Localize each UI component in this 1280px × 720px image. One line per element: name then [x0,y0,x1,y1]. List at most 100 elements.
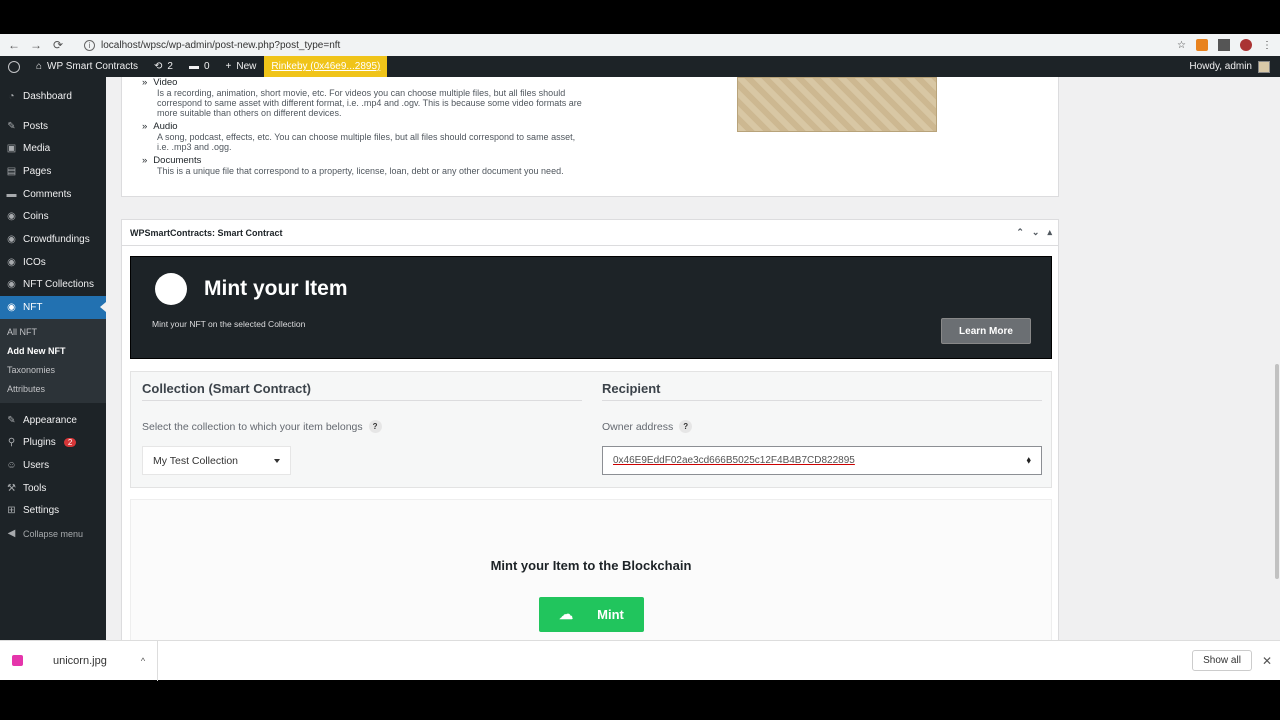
hero-circle-icon [155,273,187,305]
network-indicator[interactable]: Rinkeby (0x46e9...2895) [264,56,388,77]
admin-sidebar: ◔ Dashboard ✎ Posts ▣ Media ▤ Pages ▬ Comment… [0,77,106,640]
collapse-icon: ◀ [7,528,16,540]
double-chevron-icon: » [142,77,148,88]
submenu-all-nft[interactable]: All NFT [0,323,106,342]
site-name-link[interactable]: ⌂ WP Smart Contracts [28,56,146,77]
media-type-video: » Video Is a recording, animation, short … [142,77,582,118]
coins-icon: ◉ [7,211,16,223]
sidebar-item-label: ICOs [23,256,46,268]
sidebar-item-posts[interactable]: ✎ Posts [0,115,106,138]
collapse-label: Collapse menu [23,528,84,539]
sidebar-item-label: Media [23,143,51,155]
sidebar-item-plugins[interactable]: ⚲ Plugins 2 [0,432,106,455]
metamask-extension-icon[interactable] [1196,39,1208,51]
media-type-desc: A song, podcast, effects, etc. You can c… [157,132,576,152]
sidebar-item-nft-collections[interactable]: ◉ NFT Collections [0,274,106,297]
media-type-desc: This is a unique file that correspond to… [157,166,564,176]
show-all-button[interactable]: Show all [1192,650,1252,671]
comments-icon: ▬ [6,188,17,200]
collection-select[interactable]: My Test Collection [142,446,291,475]
uploaded-image-thumbnail[interactable] [737,77,937,132]
divider [142,400,582,401]
box-title: WPSmartContracts: Smart Contract [130,227,283,238]
toggle-panel-icon[interactable]: ▴ [1047,227,1052,238]
close-icon[interactable]: ✕ [1262,654,1272,668]
submenu-attributes[interactable]: Attributes [0,380,106,399]
sidebar-item-label: Dashboard [23,90,72,102]
sidebar-item-icos[interactable]: ◉ ICOs [0,251,106,274]
mint-area: Mint your Item to the Blockchain ☁ Mint [130,499,1052,640]
plus-icon: + [225,61,232,72]
move-down-icon[interactable]: ⌄ [1032,227,1040,238]
updates-link[interactable]: ⟲ 2 [146,56,181,77]
updates-count: 2 [167,61,173,72]
wp-admin-bar: ⌂ WP Smart Contracts ⟲ 2 ▬ 0 + New Rinke… [0,56,1280,77]
help-icon[interactable]: ? [368,420,382,433]
scrollbar-thumb[interactable] [1275,364,1279,579]
sidebar-item-tools[interactable]: ⚒ Tools [0,477,106,500]
sidebar-item-settings[interactable]: ⊞ Settings [0,500,106,523]
info-icon[interactable]: i [84,39,95,51]
browser-actions: ☆ ⋮ [1177,39,1272,51]
new-content-menu[interactable]: + New [218,56,265,77]
mint-hero-banner: Mint your Item Mint your NFT on the sele… [130,256,1052,359]
new-label: New [236,61,257,72]
howdy-text: Howdy, admin [1189,61,1252,72]
reload-icon[interactable]: ⟳ [50,38,66,52]
help-icon[interactable]: ? [679,420,693,433]
pages-icon: ▤ [6,165,17,177]
sidebar-item-nft[interactable]: ◉ NFT [0,296,106,319]
owner-label-text: Owner address [602,420,674,433]
bookmark-star-icon[interactable]: ☆ [1177,40,1186,51]
wp-logo-menu[interactable] [0,56,28,77]
sidebar-item-pages[interactable]: ▤ Pages [0,160,106,183]
sidebar-item-crowdfundings[interactable]: ◉ Crowdfundings [0,228,106,251]
comments-count: 0 [203,61,210,72]
mint-button[interactable]: ☁ Mint [539,597,644,632]
sidebar-item-media[interactable]: ▣ Media [0,137,106,160]
browser-menu-icon[interactable]: ⋮ [1262,40,1272,51]
sidebar-item-dashboard[interactable]: ◔ Dashboard [0,85,106,108]
sidebar-item-label: Plugins [23,437,56,449]
sidebar-item-appearance[interactable]: ✎ Appearance [0,409,106,432]
recipient-title: Recipient [602,381,661,396]
chevron-up-icon[interactable]: ^ [141,656,145,666]
sidebar-item-comments[interactable]: ▬ Comments [0,183,106,206]
forward-icon[interactable]: → [28,38,44,52]
sidebar-item-users[interactable]: ☺ Users [0,454,106,477]
my-account-menu[interactable]: Howdy, admin [1189,60,1280,73]
media-type-desc: Is a recording, animation, short movie, … [157,88,582,118]
sidebar-item-label: Coins [23,211,49,223]
media-type-title: Video [153,77,178,88]
sidebar-item-coins[interactable]: ◉ Coins [0,205,106,228]
extensions-icon[interactable] [1218,39,1230,51]
posts-icon: ✎ [7,120,16,132]
collection-label-text: Select the collection to which your item… [142,420,363,433]
learn-more-button[interactable]: Learn More [941,318,1031,344]
owner-address-input[interactable]: 0x46E9EddF02ae3cd666B5025c12F4B4B7CD8228… [602,446,1042,475]
page-scrollbar[interactable] [1274,77,1280,640]
sidebar-item-label: NFT [23,302,43,314]
collection-selected-value: My Test Collection [153,454,239,467]
site-name: WP Smart Contracts [47,61,138,72]
submenu-add-new-nft[interactable]: Add New NFT [0,342,106,361]
url-text[interactable]: localhost/wpsc/wp-admin/post-new.php?pos… [101,40,340,51]
comments-link[interactable]: ▬ 0 [181,56,218,77]
back-icon[interactable]: ← [6,38,22,52]
submenu-taxonomies[interactable]: Taxonomies [0,361,106,380]
smart-contract-header: WPSmartContracts: Smart Contract ⌃ ⌄ ▴ [122,220,1058,246]
crowdfundings-icon: ◉ [7,233,16,245]
collapse-menu-button[interactable]: ◀ Collapse menu [0,522,106,545]
comment-bubble-icon: ▬ [188,61,199,72]
media-type-documents: » Documents This is a unique file that co… [142,155,582,176]
download-item[interactable]: unicorn.jpg ^ [0,640,158,681]
double-chevron-icon: » [142,121,148,132]
move-up-icon[interactable]: ⌃ [1016,227,1024,238]
address-bar[interactable]: i localhost/wpsc/wp-admin/post-new.php?p… [84,39,340,51]
sidebar-item-label: Tools [23,482,47,494]
profile-avatar-icon[interactable] [1240,39,1252,51]
nft-submenu: All NFT Add New NFT Taxonomies Attribute… [0,318,106,403]
sidebar-item-label: Appearance [23,414,77,426]
mint-form: Collection (Smart Contract) Select the c… [130,371,1052,488]
nft-icon: ◉ [7,302,16,314]
